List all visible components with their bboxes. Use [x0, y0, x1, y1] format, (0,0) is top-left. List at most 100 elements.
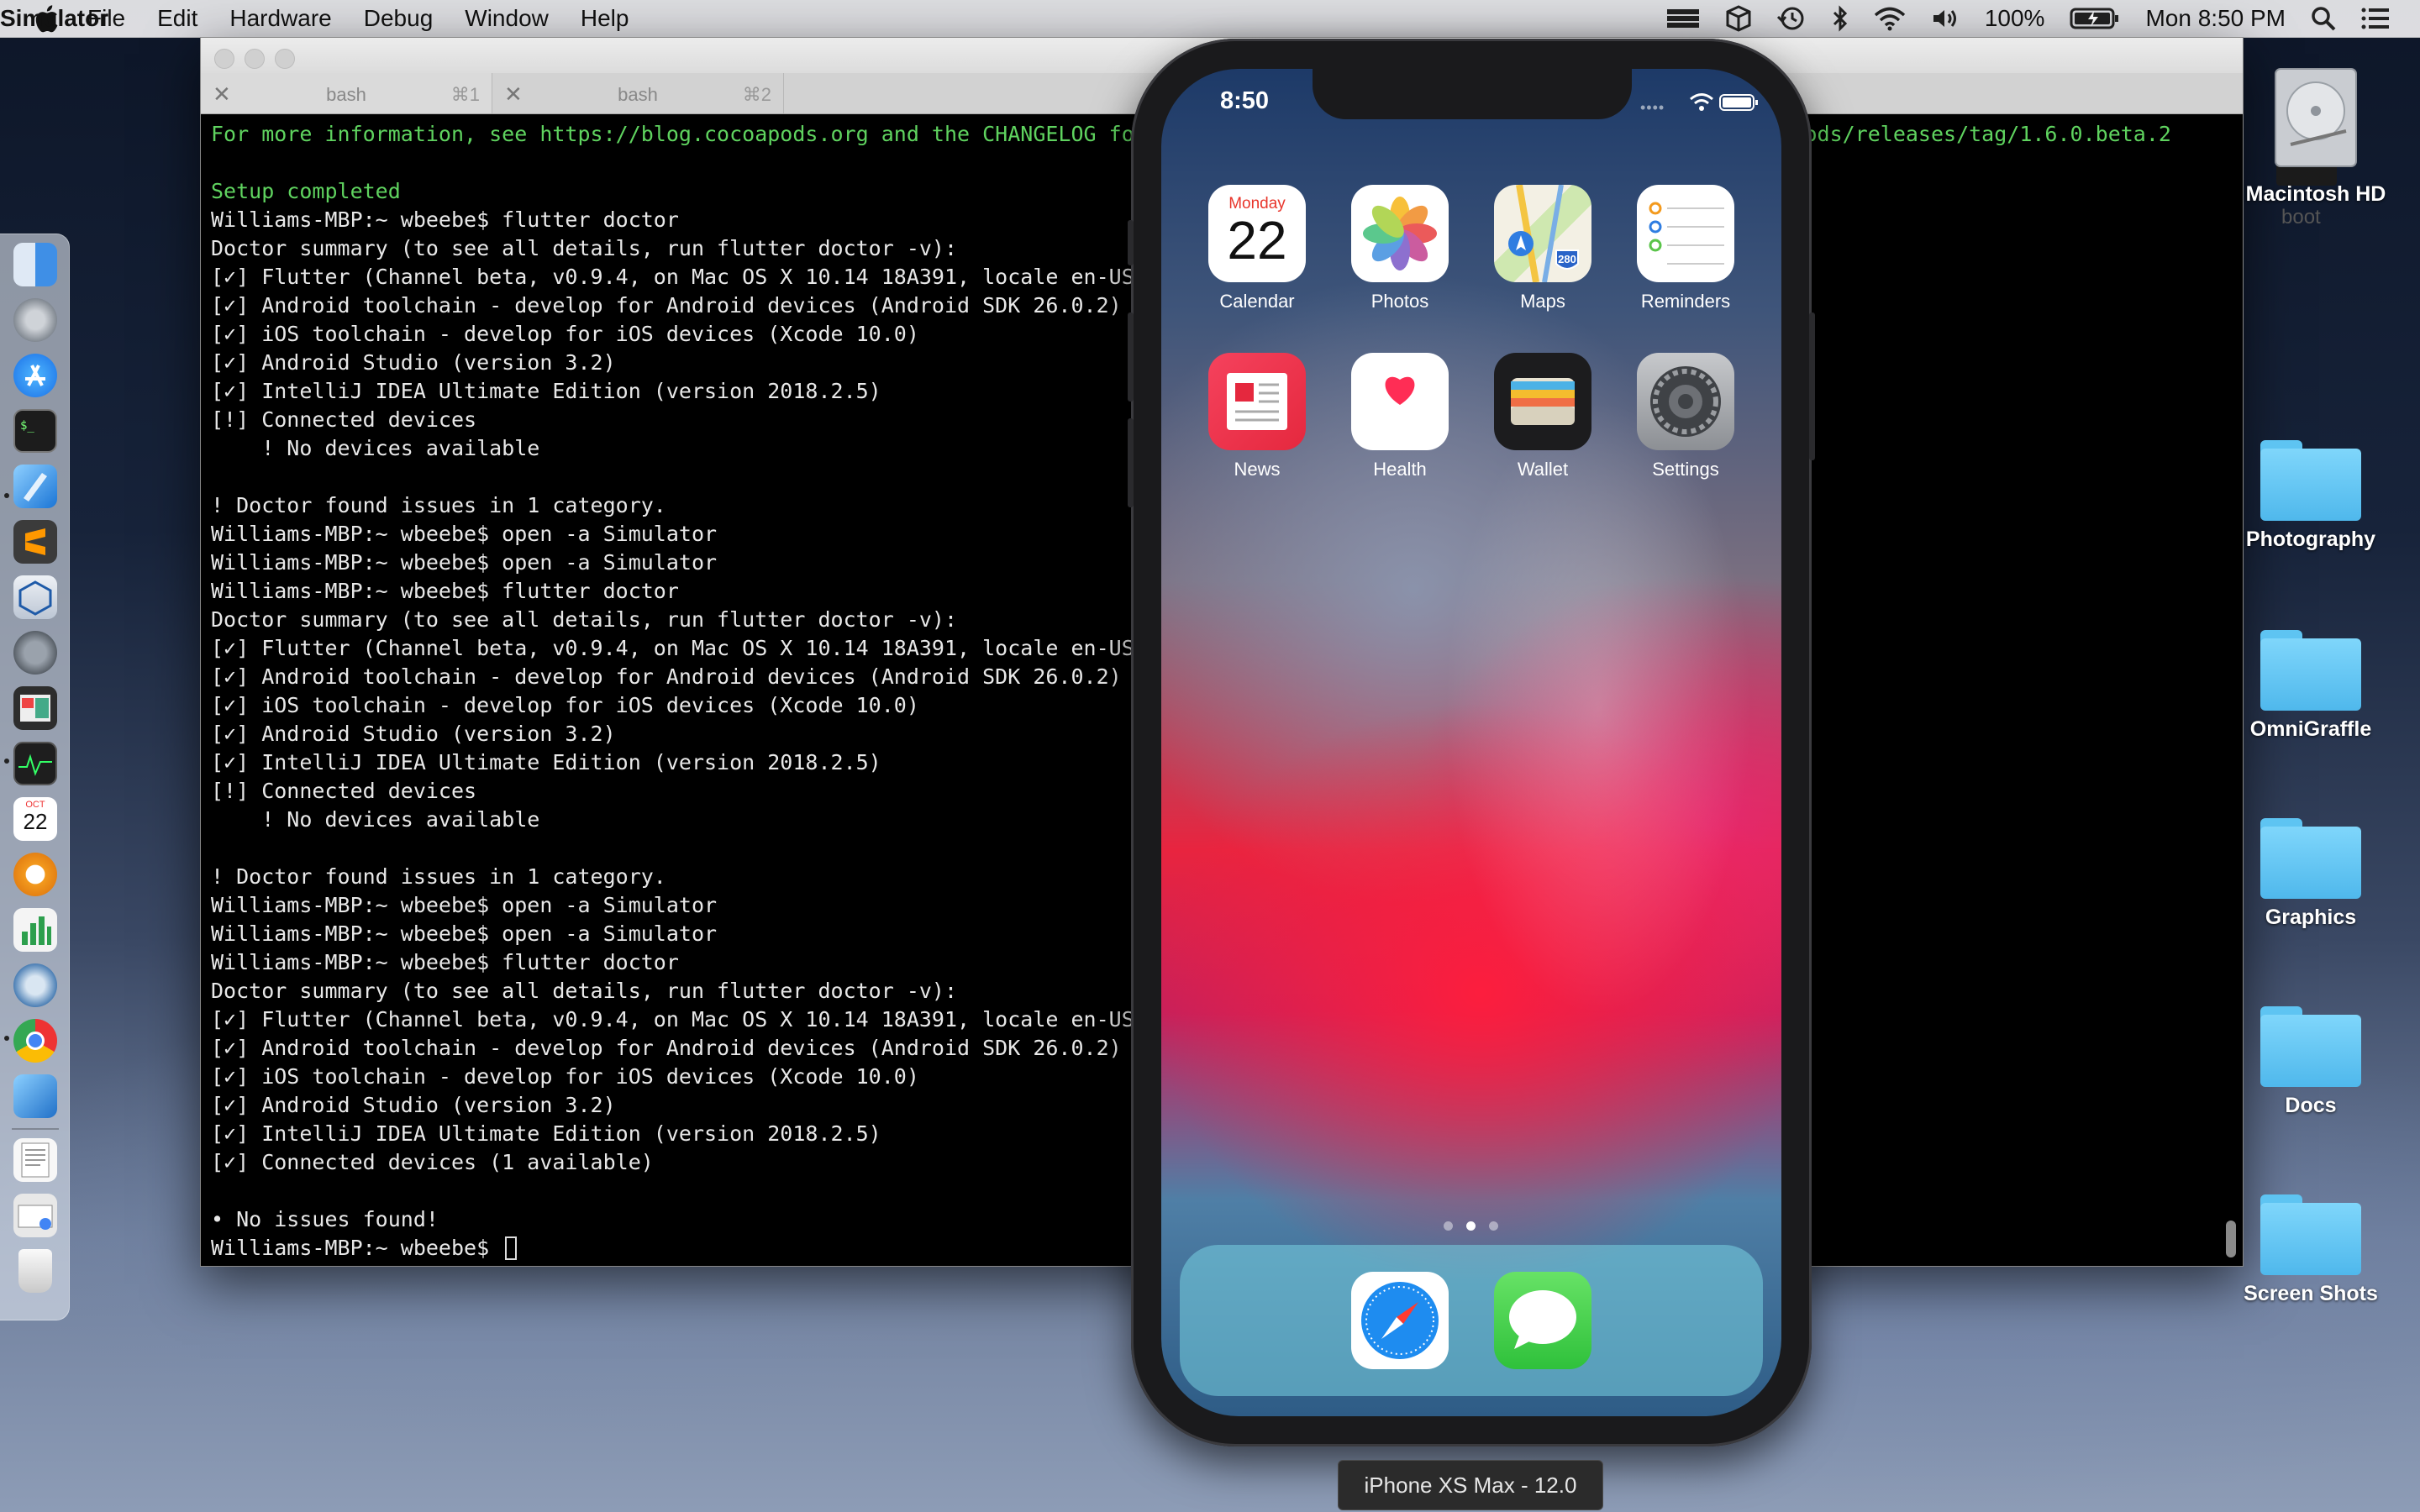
time-machine-icon[interactable] [1776, 5, 1807, 32]
maps-app-icon: 280 [1494, 185, 1591, 282]
package-icon[interactable] [1726, 5, 1751, 32]
wifi-icon[interactable] [1874, 6, 1906, 31]
virtualbox-icon[interactable] [13, 575, 57, 619]
terminal-line-text: [✓] Android toolchain - develop for Andr… [211, 664, 1122, 689]
volume-icon[interactable] [1931, 6, 1960, 31]
menu-hardware[interactable]: Hardware [229, 5, 331, 32]
safari-compass-icon [1351, 1272, 1449, 1369]
dock-calendar-day: 22 [23, 809, 48, 834]
dock-running-indicator [4, 493, 9, 498]
cellular-signal-icon: • • • • [1640, 99, 1664, 116]
desktop-folder-graphics[interactable]: Graphics [2227, 818, 2395, 930]
terminal-line-text: Williams-MBP:~ wbeebe$ open -a Simulator [211, 921, 718, 946]
chrome-icon[interactable] [13, 1019, 57, 1063]
close-window-button[interactable] [214, 49, 234, 69]
folder-icon [2260, 1006, 2361, 1087]
menu-bar: Simulator File Edit Hardware Debug Windo… [0, 0, 2420, 38]
iphone-screen[interactable]: 8:50 • • • • Monday 22 Calendar Photos 2… [1161, 69, 1781, 1416]
app-label: Health [1373, 459, 1427, 480]
app-label: Calendar [1219, 291, 1295, 312]
app-store-icon[interactable] [13, 354, 57, 397]
desktop-folder-docs[interactable]: Docs [2227, 1006, 2395, 1118]
desktop-icon-label: Screen Shots [2244, 1282, 2378, 1305]
app-reminders[interactable]: Reminders [1637, 185, 1734, 312]
finder-icon[interactable] [13, 243, 57, 286]
menu-edit[interactable]: Edit [157, 5, 197, 32]
desktop-folder-photography[interactable]: Photography [2227, 440, 2395, 552]
zoom-window-button[interactable] [275, 49, 295, 69]
simulator-icon[interactable] [13, 1074, 57, 1118]
menubar-clock[interactable]: Mon 8:50 PM [2145, 5, 2286, 32]
folder-icon [2260, 1194, 2361, 1275]
terminal-line-text: [✓] iOS toolchain - develop for iOS devi… [211, 322, 919, 346]
dock: $_ OCT 22 [0, 234, 70, 1320]
notification-center-icon[interactable] [2361, 7, 2390, 30]
app-calendar[interactable]: Monday 22 Calendar [1208, 185, 1306, 312]
xcode-icon[interactable] [13, 465, 57, 508]
app-settings[interactable]: Settings [1637, 353, 1734, 480]
activity-monitor-icon[interactable] [13, 742, 57, 785]
menu-app-simulator[interactable]: Simulator [0, 5, 108, 32]
terminal-line-text: Doctor summary (to see all details, run … [211, 607, 958, 632]
app-safari[interactable] [1351, 1272, 1449, 1369]
launchpad-icon[interactable] [13, 298, 57, 342]
trash-icon[interactable] [18, 1249, 52, 1293]
page-dot-current [1466, 1221, 1476, 1231]
ringer-switch[interactable] [1128, 220, 1134, 265]
downloads-stack-icon[interactable] [13, 1194, 57, 1237]
app-news[interactable]: News [1208, 353, 1306, 480]
terminal-line-text: [✓] Android Studio (version 3.2) [211, 350, 616, 375]
app-messages[interactable] [1494, 1272, 1591, 1369]
minimize-window-button[interactable] [245, 49, 265, 69]
terminal-line-text: ! Doctor found issues in 1 category. [211, 864, 666, 889]
menu-debug[interactable]: Debug [364, 5, 434, 32]
battery-charging-icon[interactable] [2070, 6, 2120, 31]
app-health[interactable]: Health [1351, 353, 1449, 480]
calendar-icon[interactable]: OCT 22 [13, 797, 57, 841]
terminal-tab-2[interactable]: ✕ bash ⌘2 [492, 73, 784, 113]
dock-running-indicator [4, 1036, 9, 1041]
terminal-line-text: Williams-MBP:~ wbeebe$ open -a Simulator [211, 522, 718, 546]
terminal-line-text: [✓] iOS toolchain - develop for iOS devi… [211, 1064, 919, 1089]
menu-window[interactable]: Window [465, 5, 549, 32]
volume-up-button[interactable] [1128, 312, 1134, 402]
terminal-tab-1[interactable]: ✕ bash ⌘1 [201, 73, 492, 113]
wallet-app-icon [1494, 353, 1591, 450]
system-preferences-icon[interactable] [13, 631, 57, 675]
tab-shortcut: ⌘1 [450, 84, 480, 105]
app-maps[interactable]: 280 Maps [1494, 185, 1591, 312]
status-area: 100% Mon 8:50 PM [1665, 0, 2390, 37]
terminal-line-text: Setup completed [211, 179, 401, 203]
terminal-icon[interactable]: $_ [13, 409, 57, 453]
menu-help[interactable]: Help [581, 5, 629, 32]
network-radar-icon[interactable] [13, 963, 57, 1007]
terminal-line-text: Williams-MBP:~ wbeebe$ flutter doctor [211, 207, 679, 232]
page-indicator[interactable] [1444, 1221, 1498, 1231]
volume-down-button[interactable] [1128, 418, 1134, 507]
desktop-folder-omnigraffle[interactable]: OmniGraffle [2227, 630, 2395, 742]
app-wallet[interactable]: Wallet [1494, 353, 1591, 480]
document-stack-icon[interactable] [13, 1138, 57, 1182]
ibooks-icon[interactable] [13, 853, 57, 896]
simulator-device-label: iPhone XS Max - 12.0 [1338, 1460, 1603, 1510]
notch [1313, 69, 1632, 119]
svg-text:$_: $_ [20, 419, 34, 433]
desktop-folder-screen-shots[interactable]: Screen Shots [2227, 1194, 2395, 1306]
terminal-line-text: [✓] Android toolchain - develop for Andr… [211, 1036, 1122, 1060]
terminal-line-text: Williams-MBP:~ wbeebe$ open -a Simulator [211, 550, 718, 575]
spotlight-search-icon[interactable] [2311, 6, 2336, 31]
bluetooth-icon[interactable] [1832, 5, 1849, 32]
terminal-line-text: [✓] IntelliJ IDEA Ultimate Edition (vers… [211, 750, 881, 774]
desktop-drive-macintosh-hd[interactable]: Macintosh HD [2232, 64, 2400, 207]
stack-icon[interactable] [1665, 6, 1701, 31]
terminal-line-text: ! No devices available [211, 807, 540, 832]
terminal-line-text: • No issues found! [211, 1207, 439, 1231]
activity-window-icon[interactable] [13, 686, 57, 730]
side-button[interactable] [1809, 312, 1815, 460]
numbers-icon[interactable] [13, 908, 57, 952]
page-dot [1444, 1221, 1453, 1231]
app-photos[interactable]: Photos [1351, 185, 1449, 312]
folder-icon [2260, 818, 2361, 899]
terminal-line-text: Doctor summary (to see all details, run … [211, 236, 958, 260]
sublime-text-icon[interactable] [13, 520, 57, 564]
